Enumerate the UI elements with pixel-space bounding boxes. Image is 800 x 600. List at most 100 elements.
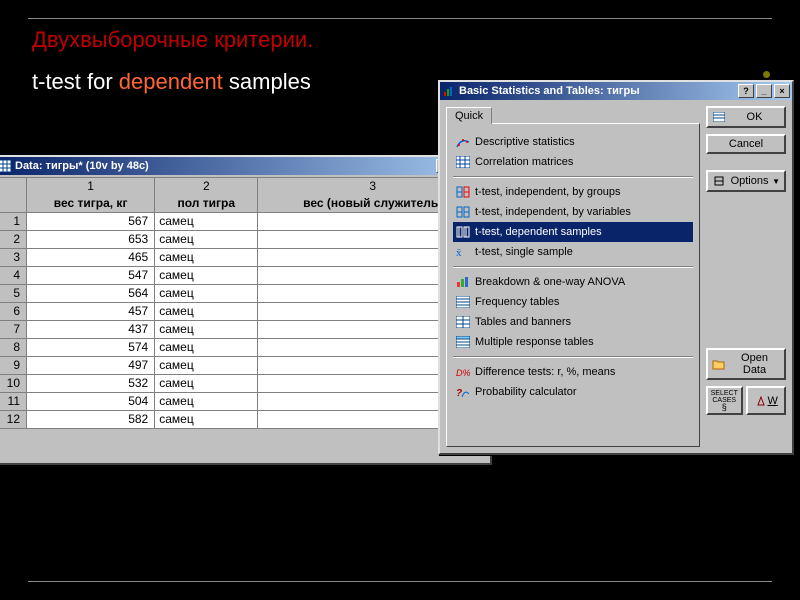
table-row[interactable]: 8574самец590 — [0, 338, 488, 356]
cell-weight[interactable]: 574 — [27, 338, 155, 356]
analysis-option[interactable]: Tables and banners — [453, 312, 693, 332]
cell-weight[interactable]: 504 — [27, 392, 155, 410]
cell-weight[interactable]: 465 — [27, 248, 155, 266]
cell-sex[interactable]: самец — [155, 374, 258, 392]
analysis-option[interactable]: t-test, dependent samples — [453, 222, 693, 242]
row-number[interactable]: 2 — [0, 230, 27, 248]
analysis-option[interactable]: Descriptive statistics — [453, 132, 693, 152]
cell-weight[interactable]: 567 — [27, 212, 155, 230]
cell-weight[interactable]: 547 — [27, 266, 155, 284]
weighted-label: W — [768, 395, 778, 407]
analysis-option[interactable]: D%Difference tests: r, %, means — [453, 362, 693, 382]
analysis-option[interactable]: Multiple response tables — [453, 332, 693, 352]
analysis-option[interactable]: x̄t-test, single sample — [453, 242, 693, 262]
close-button[interactable]: × — [774, 84, 790, 98]
option-icon — [455, 315, 471, 329]
slide-title: Двухвыборочные критерии. — [32, 27, 772, 53]
row-number[interactable]: 9 — [0, 356, 27, 374]
dialog-title: Basic Statistics and Tables: тигры — [459, 85, 736, 97]
option-icon — [455, 275, 471, 289]
analysis-option[interactable]: Correlation matrices — [453, 152, 693, 172]
cell-sex[interactable]: самец — [155, 284, 258, 302]
decorative-dot — [763, 71, 770, 78]
options-button[interactable]: Options ▼ — [706, 170, 786, 192]
cell-sex[interactable]: самец — [155, 320, 258, 338]
ok-button[interactable]: OK — [706, 106, 786, 128]
cancel-button[interactable]: Cancel — [706, 134, 786, 154]
cell-sex[interactable]: самец — [155, 212, 258, 230]
option-label: Tables and banners — [475, 316, 571, 328]
table-row[interactable]: 10532самец523 — [0, 374, 488, 392]
col-num[interactable]: 2 — [155, 178, 258, 195]
table-row[interactable]: 2653самец645 — [0, 230, 488, 248]
cell-weight[interactable]: 457 — [27, 302, 155, 320]
table-row[interactable]: 6457самец438 — [0, 302, 488, 320]
row-number[interactable]: 3 — [0, 248, 27, 266]
select-cases-button[interactable]: SELECT CASES § — [706, 386, 743, 415]
analysis-option[interactable]: Frequency tables — [453, 292, 693, 312]
cell-sex[interactable]: самец — [155, 338, 258, 356]
table-row[interactable]: 7437самец467 — [0, 320, 488, 338]
cell-sex[interactable]: самец — [155, 266, 258, 284]
options-icon — [712, 174, 726, 188]
cell-weight[interactable]: 497 — [27, 356, 155, 374]
table-row[interactable]: 3465самец498 — [0, 248, 488, 266]
cell-weight[interactable]: 437 — [27, 320, 155, 338]
table-row[interactable]: 5564самец598 — [0, 284, 488, 302]
row-number[interactable]: 7 — [0, 320, 27, 338]
rollup-button[interactable]: _ — [756, 84, 772, 98]
option-label: Frequency tables — [475, 296, 559, 308]
row-number[interactable]: 6 — [0, 302, 27, 320]
data-table[interactable]: 1 2 3 вес тигра, кг пол тигра вес (новый… — [0, 177, 488, 429]
svg-text:x̄: x̄ — [456, 247, 462, 258]
option-icon — [455, 225, 471, 239]
svg-text:D%: D% — [456, 368, 470, 378]
cell-weight[interactable]: 532 — [27, 374, 155, 392]
table-corner — [0, 178, 27, 213]
option-label: Descriptive statistics — [475, 136, 575, 148]
data-window-titlebar[interactable]: Data: тигры* (10v by 48c) _ □ × — [0, 157, 490, 175]
table-row[interactable]: 12582самец590 — [0, 410, 488, 428]
table-row[interactable]: 4547самец567 — [0, 266, 488, 284]
option-icon — [455, 155, 471, 169]
col-name[interactable]: вес тигра, кг — [27, 194, 155, 212]
options-label: Options — [729, 175, 770, 187]
col-num[interactable]: 1 — [27, 178, 155, 195]
analysis-option[interactable]: Breakdown & one-way ANOVA — [453, 272, 693, 292]
row-number[interactable]: 5 — [0, 284, 27, 302]
analysis-option[interactable]: ?Probability calculator — [453, 382, 693, 402]
help-button[interactable]: ? — [738, 84, 754, 98]
row-number[interactable]: 1 — [0, 212, 27, 230]
option-icon: x̄ — [455, 245, 471, 259]
open-data-button[interactable]: Open Data — [706, 348, 786, 380]
cell-sex[interactable]: самец — [155, 230, 258, 248]
row-number[interactable]: 12 — [0, 410, 27, 428]
col-name[interactable]: пол тигра — [155, 194, 258, 212]
table-row[interactable]: 11504самец510 — [0, 392, 488, 410]
cell-weight[interactable]: 653 — [27, 230, 155, 248]
analysis-option[interactable]: t-test, independent, by variables — [453, 202, 693, 222]
cell-sex[interactable]: самец — [155, 356, 258, 374]
cell-sex[interactable]: самец — [155, 410, 258, 428]
table-row[interactable]: 9497самец501 — [0, 356, 488, 374]
tab-quick[interactable]: Quick — [446, 107, 492, 124]
cell-weight[interactable]: 564 — [27, 284, 155, 302]
open-data-label: Open Data — [729, 352, 780, 376]
row-number[interactable]: 10 — [0, 374, 27, 392]
row-number[interactable]: 4 — [0, 266, 27, 284]
analysis-option[interactable]: t-test, independent, by groups — [453, 182, 693, 202]
data-window-title: Data: тигры* (10v by 48c) — [15, 160, 434, 172]
cell-weight[interactable]: 582 — [27, 410, 155, 428]
cell-sex[interactable]: самец — [155, 248, 258, 266]
weighted-button[interactable]: W — [746, 386, 787, 415]
row-number[interactable]: 11 — [0, 392, 27, 410]
table-row[interactable]: 1567самец589 — [0, 212, 488, 230]
chevron-down-icon: ▼ — [772, 177, 780, 186]
dialog-titlebar[interactable]: Basic Statistics and Tables: тигры ? _ × — [440, 82, 792, 100]
subtitle-suffix: samples — [223, 69, 311, 94]
cell-sex[interactable]: самец — [155, 392, 258, 410]
cell-sex[interactable]: самец — [155, 302, 258, 320]
option-label: Multiple response tables — [475, 336, 594, 348]
option-label: Breakdown & one-way ANOVA — [475, 276, 625, 288]
row-number[interactable]: 8 — [0, 338, 27, 356]
